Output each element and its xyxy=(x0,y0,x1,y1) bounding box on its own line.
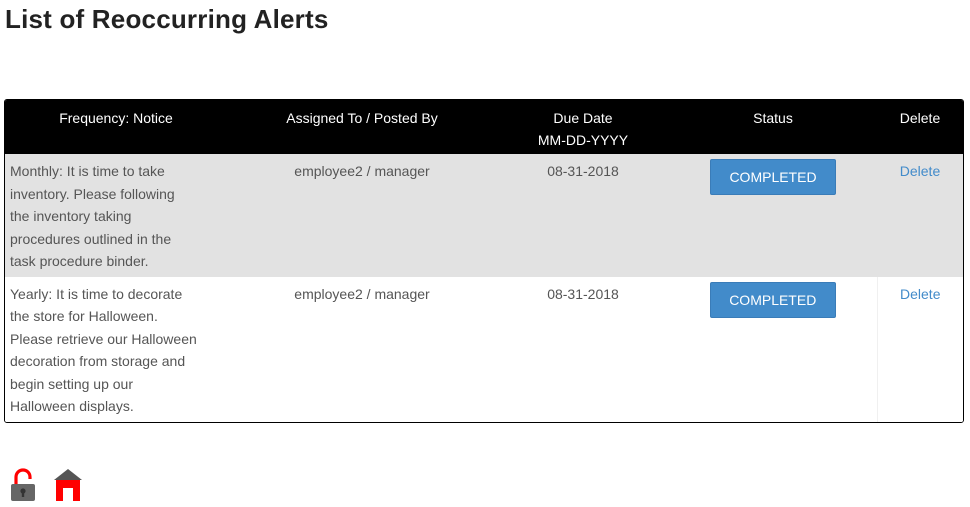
table-row: Monthly: It is time to take inventory. P… xyxy=(5,154,963,277)
alert-assigned: employee2 / manager xyxy=(294,163,430,179)
status-completed-button[interactable]: COMPLETED xyxy=(709,281,836,318)
alerts-table: Frequency: Notice Assigned To / Posted B… xyxy=(4,99,964,423)
alert-notice: Yearly: It is time to decorate the store… xyxy=(10,285,197,415)
alert-due-date: 08-31-2018 xyxy=(547,163,619,179)
alert-assigned: employee2 / manager xyxy=(294,285,430,302)
column-header-notice: Frequency: Notice xyxy=(59,110,173,126)
table-header-row: Frequency: Notice Assigned To / Posted B… xyxy=(5,100,963,154)
column-header-delete: Delete xyxy=(899,110,941,126)
status-completed-button[interactable]: COMPLETED xyxy=(710,159,836,195)
column-header-status: Status xyxy=(753,110,793,126)
alert-notice: Monthly: It is time to take inventory. P… xyxy=(10,163,175,269)
delete-link[interactable]: Delete xyxy=(900,286,940,302)
unlock-icon[interactable] xyxy=(10,468,36,507)
due-date-label: Due Date xyxy=(553,110,613,126)
table-row: Yearly: It is time to decorate the store… xyxy=(5,276,963,422)
page-title: List of Reoccurring Alerts xyxy=(5,4,329,34)
alert-due-date: 08-31-2018 xyxy=(547,285,619,302)
footer-icon-bar xyxy=(10,468,83,507)
column-header-due-date: Due Date MM-DD-YYYY xyxy=(497,100,669,154)
alert-delete-cell: Delete xyxy=(876,276,963,422)
alert-status-cell: COMPLETED xyxy=(669,154,877,277)
column-header-assigned: Assigned To / Posted By xyxy=(286,110,438,126)
delete-link[interactable]: Delete xyxy=(900,163,940,179)
due-date-format: MM-DD-YYYY xyxy=(537,132,629,148)
alert-delete-cell: Delete xyxy=(877,154,963,277)
alert-status-cell: COMPLETED xyxy=(669,277,877,422)
home-icon[interactable] xyxy=(53,468,83,507)
